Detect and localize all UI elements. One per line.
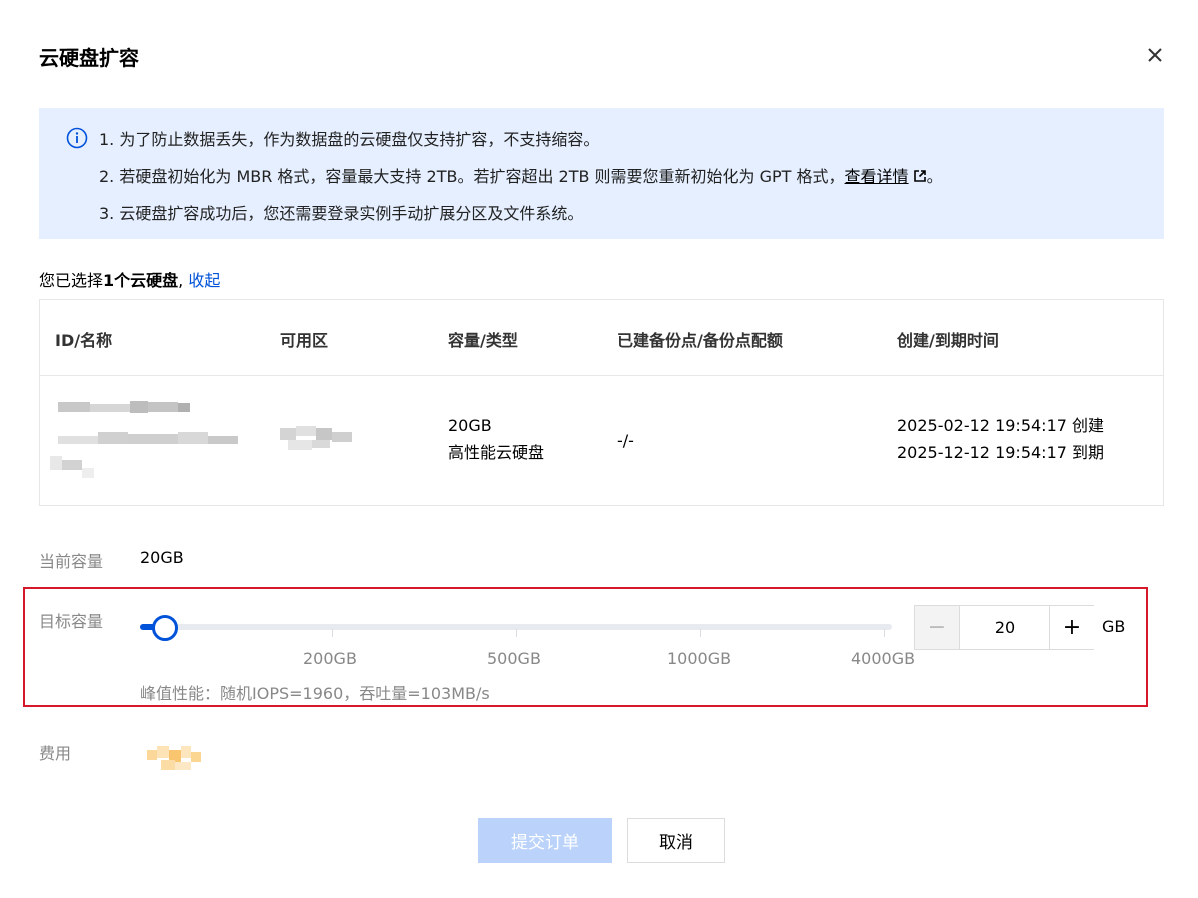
increment-button[interactable]: + bbox=[1049, 606, 1094, 649]
dialog-title: 云硬盘扩容 bbox=[39, 46, 139, 70]
peak-performance: 峰值性能：随机IOPS=1960，吞吐量=103MB/s bbox=[140, 684, 490, 703]
tick-label-500gb[interactable]: 500GB bbox=[487, 649, 541, 668]
external-link-icon[interactable] bbox=[913, 169, 927, 183]
selection-summary: 您已选择1个云硬盘, 收起 bbox=[39, 267, 220, 291]
slider-tick bbox=[884, 629, 885, 637]
view-details-link[interactable]: 查看详情 bbox=[845, 167, 909, 186]
notice-line-2: 2. 若硬盘初始化为 MBR 格式，容量最大支持 2TB。若扩容超出 2TB 则… bbox=[99, 163, 943, 187]
collapse-link[interactable]: 收起 bbox=[188, 271, 220, 290]
disk-expire-time: 2025-12-12 19:54:17 到期 bbox=[897, 443, 1105, 462]
header-time: 创建/到期时间 bbox=[897, 331, 999, 350]
slider-tick bbox=[516, 629, 517, 637]
decrement-button[interactable]: − bbox=[915, 606, 960, 649]
expand-disk-dialog: 云硬盘扩容 1. 为了防止数据丢失，作为数据盘的云硬盘仅支持扩容，不支持缩容。 … bbox=[0, 0, 1198, 898]
capacity-unit: GB bbox=[1102, 617, 1126, 636]
notice-banner: 1. 为了防止数据丢失，作为数据盘的云硬盘仅支持扩容，不支持缩容。 2. 若硬盘… bbox=[39, 108, 1164, 239]
header-capacity-type: 容量/类型 bbox=[448, 331, 518, 350]
disk-type: 高性能云硬盘 bbox=[448, 443, 545, 462]
blurred-id-name bbox=[50, 401, 238, 478]
cancel-button[interactable]: 取消 bbox=[627, 818, 725, 863]
capacity-slider-handle[interactable] bbox=[152, 615, 178, 641]
blurred-fee-value bbox=[147, 746, 201, 770]
header-backups: 已建备份点/备份点配额 bbox=[617, 331, 783, 350]
target-capacity-input[interactable] bbox=[961, 606, 1049, 649]
notice-line-2-suffix: 。 bbox=[926, 167, 943, 186]
submit-order-button[interactable]: 提交订单 bbox=[478, 818, 612, 863]
disk-created-time: 2025-02-12 19:54:17 创建 bbox=[897, 416, 1105, 435]
selection-prefix: 您已选择 bbox=[39, 271, 104, 290]
tick-label-200gb[interactable]: 200GB bbox=[303, 649, 357, 668]
quantity-stepper: − + bbox=[914, 605, 1094, 650]
fee-label: 费用 bbox=[39, 744, 72, 763]
notice-line-2-text: 2. 若硬盘初始化为 MBR 格式，容量最大支持 2TB。若扩容超出 2TB 则… bbox=[99, 167, 845, 186]
table-header: ID/名称 可用区 容量/类型 已建备份点/备份点配额 创建/到期时间 bbox=[40, 300, 1163, 376]
close-icon[interactable] bbox=[1144, 44, 1166, 66]
disk-table: ID/名称 可用区 容量/类型 已建备份点/备份点配额 创建/到期时间 20GB… bbox=[39, 299, 1164, 506]
selection-count: 1个云硬盘 bbox=[103, 271, 179, 290]
target-capacity-label: 目标容量 bbox=[39, 612, 104, 631]
disk-backups: -/- bbox=[617, 431, 634, 450]
tick-label-4000gb[interactable]: 4000GB bbox=[851, 649, 915, 668]
header-zone: 可用区 bbox=[280, 331, 329, 350]
info-icon bbox=[66, 127, 88, 149]
current-capacity-value: 20GB bbox=[140, 548, 184, 567]
selection-separator: , bbox=[178, 271, 184, 290]
notice-line-1: 1. 为了防止数据丢失，作为数据盘的云硬盘仅支持扩容，不支持缩容。 bbox=[99, 130, 600, 149]
slider-tick bbox=[332, 629, 333, 637]
disk-capacity: 20GB bbox=[448, 416, 492, 435]
blurred-zone bbox=[280, 426, 352, 450]
header-id-name: ID/名称 bbox=[55, 331, 113, 350]
notice-line-3: 3. 云硬盘扩容成功后，您还需要登录实例手动扩展分区及文件系统。 bbox=[99, 204, 584, 223]
current-capacity-label: 当前容量 bbox=[39, 552, 104, 571]
tick-label-1000gb[interactable]: 1000GB bbox=[667, 649, 731, 668]
slider-tick bbox=[700, 629, 701, 637]
